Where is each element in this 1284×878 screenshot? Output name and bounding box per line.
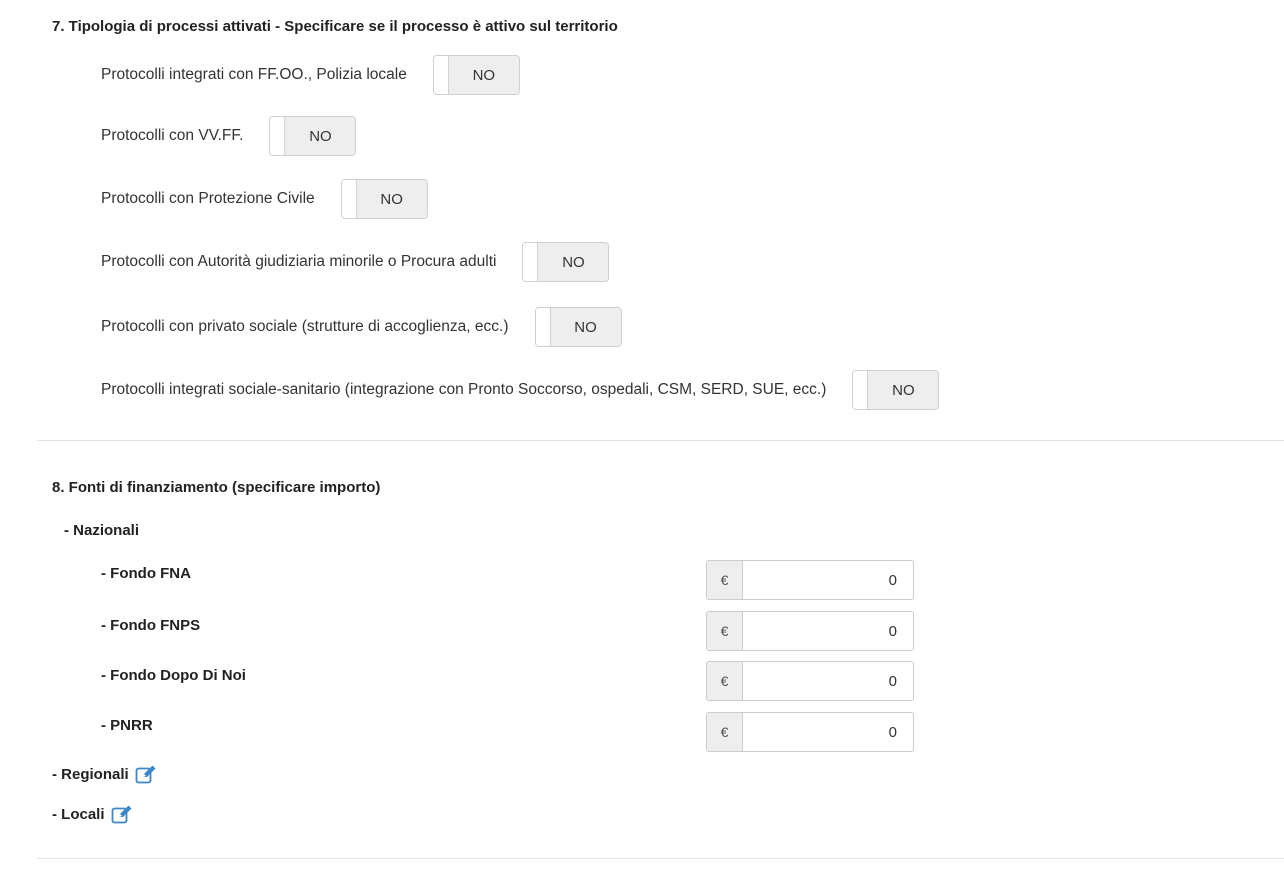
toggle-state: NO bbox=[868, 371, 939, 409]
toggle-row-privato-sociale: Protocolli con privato sociale (struttur… bbox=[101, 305, 622, 349]
toggle-knob bbox=[853, 371, 869, 409]
toggle-row-protezione-civile: Protocolli con Protezione Civile NO bbox=[101, 177, 428, 221]
toggle-row-autorita-giudiziaria: Protocolli con Autorità giudiziaria mino… bbox=[101, 240, 610, 284]
regionali-row: - Regionali bbox=[52, 764, 157, 784]
toggle-row-sociale-sanitario: Protocolli integrati sociale-sanitario (… bbox=[101, 368, 940, 412]
euro-addon: € bbox=[707, 561, 743, 599]
toggle-label: Protocolli con Autorità giudiziaria mino… bbox=[101, 253, 497, 270]
fund-fnps-input[interactable] bbox=[743, 612, 913, 650]
fund-fna-input[interactable] bbox=[743, 561, 913, 599]
toggle-state: NO bbox=[285, 117, 356, 155]
toggle-knob bbox=[341, 180, 357, 218]
toggle-state: NO bbox=[550, 308, 621, 346]
fund-input-fnps: € bbox=[706, 611, 914, 651]
edit-icon[interactable] bbox=[135, 764, 157, 784]
toggle-switch-sociale-sanitario[interactable]: NO bbox=[852, 370, 940, 410]
toggle-state: NO bbox=[448, 56, 519, 94]
fund-pnrr-input[interactable] bbox=[743, 713, 913, 751]
toggle-label: Protocolli con Protezione Civile bbox=[101, 190, 315, 207]
section-divider bbox=[37, 858, 1284, 859]
fund-input-dopo-di-noi: € bbox=[706, 661, 914, 701]
locali-label: - Locali bbox=[52, 805, 105, 823]
fund-dopo-di-noi-input[interactable] bbox=[743, 662, 913, 700]
regionali-label: - Regionali bbox=[52, 765, 129, 783]
fund-label-fna: - Fondo FNA bbox=[101, 565, 191, 582]
toggle-switch-ffoo[interactable]: NO bbox=[432, 55, 520, 95]
toggle-label: Protocolli con privato sociale (struttur… bbox=[101, 318, 509, 335]
fund-label-dopo-di-noi: - Fondo Dopo Di Noi bbox=[101, 667, 246, 684]
toggle-switch-autorita-giudiziaria[interactable]: NO bbox=[522, 242, 610, 282]
section-7-title: 7. Tipologia di processi attivati - Spec… bbox=[52, 18, 618, 35]
toggle-knob bbox=[270, 117, 286, 155]
toggle-switch-vvff[interactable]: NO bbox=[269, 116, 357, 156]
euro-addon: € bbox=[707, 612, 743, 650]
section-divider bbox=[37, 440, 1284, 441]
toggle-row-ffoo: Protocolli integrati con FF.OO., Polizia… bbox=[101, 53, 520, 97]
form-page: 7. Tipologia di processi attivati - Spec… bbox=[0, 0, 1284, 878]
edit-icon[interactable] bbox=[111, 804, 133, 824]
euro-addon: € bbox=[707, 662, 743, 700]
section-8-title: 8. Fonti di finanziamento (specificare i… bbox=[52, 479, 381, 496]
fund-input-fna: € bbox=[706, 560, 914, 600]
toggle-knob bbox=[523, 243, 539, 281]
locali-row: - Locali bbox=[52, 804, 133, 824]
toggle-state: NO bbox=[538, 243, 609, 281]
fund-label-fnps: - Fondo FNPS bbox=[101, 617, 201, 634]
nazionali-label: - Nazionali bbox=[64, 522, 140, 539]
toggle-knob bbox=[535, 308, 551, 346]
toggle-switch-privato-sociale[interactable]: NO bbox=[534, 307, 622, 347]
toggle-row-vvff: Protocolli con VV.FF. NO bbox=[101, 114, 357, 158]
toggle-switch-protezione-civile[interactable]: NO bbox=[340, 179, 428, 219]
toggle-label: Protocolli integrati con FF.OO., Polizia… bbox=[101, 66, 407, 83]
fund-label-pnrr: - PNRR bbox=[101, 717, 153, 734]
toggle-label: Protocolli integrati sociale-sanitario (… bbox=[101, 381, 827, 398]
fund-input-pnrr: € bbox=[706, 712, 914, 752]
toggle-label: Protocolli con VV.FF. bbox=[101, 127, 244, 144]
toggle-knob bbox=[433, 56, 449, 94]
euro-addon: € bbox=[707, 713, 743, 751]
toggle-state: NO bbox=[356, 180, 427, 218]
